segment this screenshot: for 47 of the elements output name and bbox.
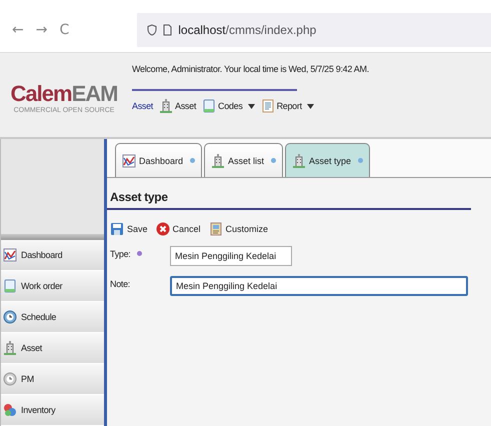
clock-icon <box>3 372 17 386</box>
page-icon <box>163 24 172 36</box>
menu-item[interactable]: Codes <box>202 99 255 113</box>
menu-item[interactable]: Asset <box>159 99 196 113</box>
cancel-icon <box>156 222 170 236</box>
sidebar-item[interactable]: Work order <box>1 271 104 302</box>
text-field[interactable]: Mesin Penggiling Kedelai <box>170 246 292 266</box>
clock-icon <box>3 310 17 324</box>
sidebar-item[interactable]: Dashboard <box>1 240 104 271</box>
report-icon <box>260 99 275 113</box>
logo: CalemEAM <box>10 80 118 106</box>
toolbar-button[interactable]: Save <box>110 222 148 236</box>
menu-item[interactable]: Report <box>260 99 314 113</box>
document-icon <box>202 99 216 113</box>
tab[interactable]: Dashboard <box>115 143 202 177</box>
form-title: Asset type <box>107 178 471 210</box>
text-field[interactable]: Mesin Penggiling Kedelai <box>170 276 468 296</box>
forward-button[interactable]: → <box>32 22 52 38</box>
form-icon <box>208 222 223 236</box>
shield-icon <box>147 24 158 36</box>
sidebar-item[interactable]: Schedule <box>1 302 104 333</box>
circles-icon <box>3 403 17 417</box>
building-icon <box>159 99 174 113</box>
tab[interactable]: Asset type <box>285 143 370 177</box>
building-icon <box>292 154 306 168</box>
sidebar-item[interactable]: PM <box>1 364 104 395</box>
back-button[interactable]: ← <box>8 22 28 38</box>
field-label: Note: <box>110 279 130 289</box>
welcome-text: Welcome, Administrator. Your local time is Wed, 5/7/25 9:42 AM. <box>132 64 369 76</box>
dot-icon <box>271 158 276 163</box>
url-text: localhost/cmms/index.php <box>178 23 316 37</box>
building-icon <box>211 154 226 168</box>
sidebar-item[interactable]: Asset <box>1 333 104 364</box>
document-icon <box>3 279 17 293</box>
chart-icon <box>3 248 17 262</box>
dot-icon <box>190 158 196 163</box>
reload-button[interactable]: C <box>55 22 74 38</box>
menu-link[interactable]: Asset <box>132 101 154 111</box>
tab[interactable]: Asset list <box>204 143 284 177</box>
toolbar-button[interactable]: Customize <box>208 222 268 236</box>
toolbar-button[interactable]: Cancel <box>156 222 201 236</box>
field-label: Type: <box>110 249 131 259</box>
chart-icon <box>122 154 136 168</box>
building-icon <box>3 341 17 355</box>
address-bar[interactable]: localhost/cmms/index.php <box>137 13 491 47</box>
dot-icon <box>358 158 364 163</box>
sidebar-item[interactable]: Inventory <box>1 395 104 426</box>
